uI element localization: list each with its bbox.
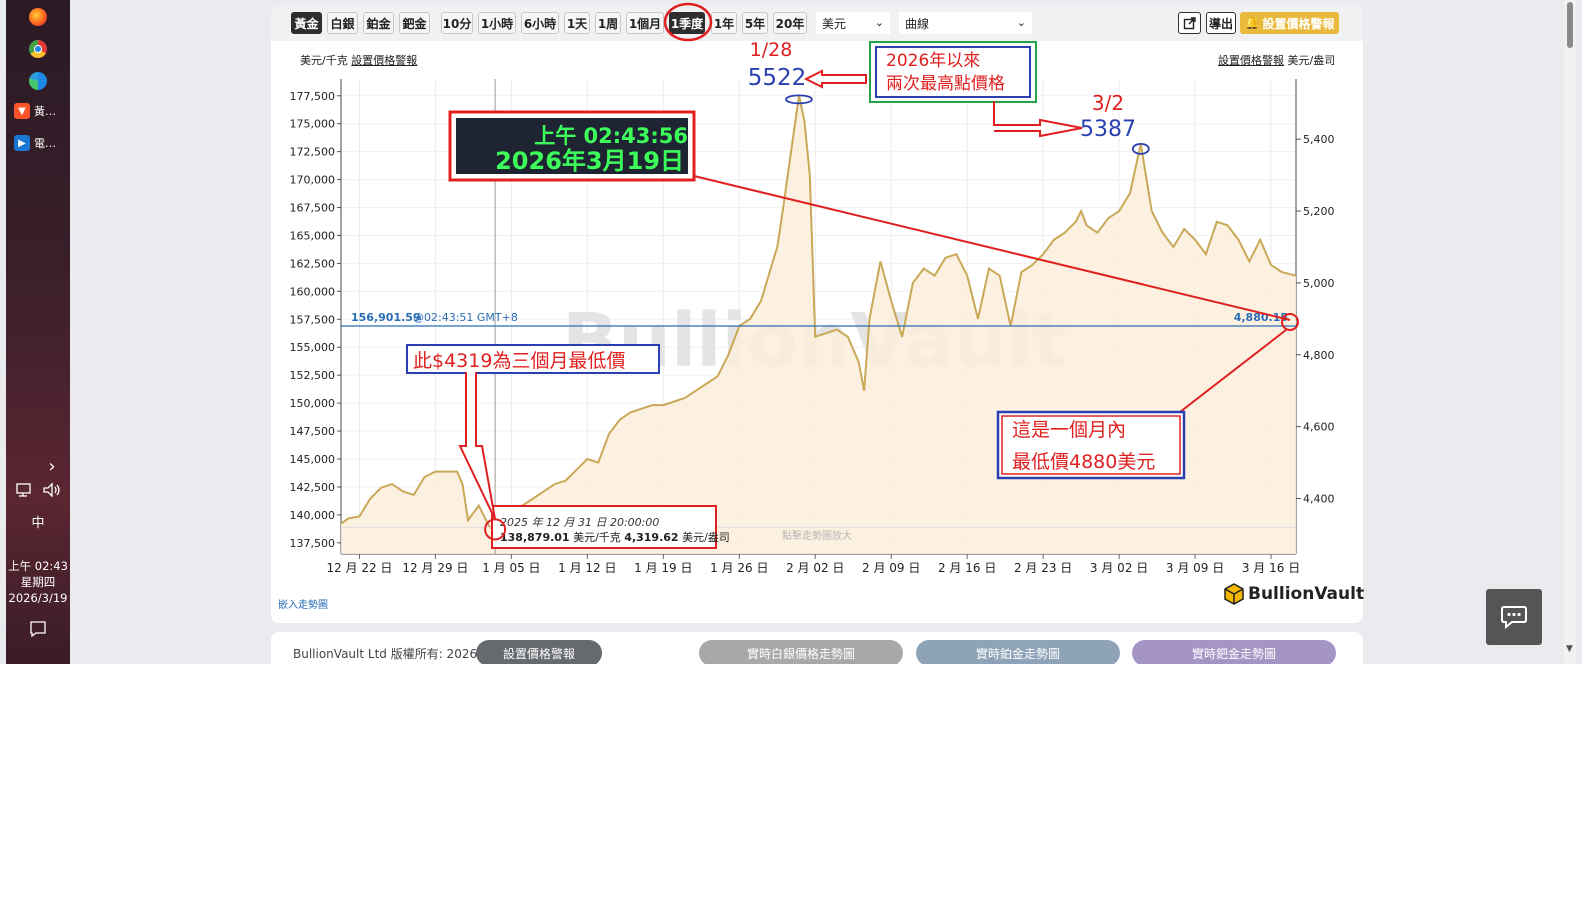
y-left-tick-label: 142,500 — [290, 481, 336, 494]
y-left-tick-label: 175,000 — [290, 118, 336, 131]
chat-bubble-icon — [1501, 606, 1527, 629]
annotation-peaks-title-2: 兩次最高點價格 — [886, 74, 1005, 94]
y-left-tick-label: 137,500 — [290, 537, 336, 550]
y-left-tick-label: 162,500 — [290, 257, 336, 270]
y-left-tick-label: 147,500 — [290, 425, 336, 438]
tooltip-values: 138,879.01 美元/千克 4,319.62 美元/盎司 — [500, 530, 730, 544]
x-tick-label: 1 月 12 日 — [558, 561, 616, 575]
price-tooltip: 2025 年 12 月 31 日 20:00:00138,879.01 美元/千… — [491, 505, 730, 549]
y-left-tick-label: 165,000 — [290, 229, 336, 242]
x-tick-label: 2 月 02 日 — [786, 561, 844, 575]
x-tick-label: 1 月 19 日 — [634, 561, 692, 575]
x-tick-label: 3 月 16 日 — [1242, 561, 1300, 575]
scroll-down-arrow-icon[interactable]: ▼ — [1566, 644, 1573, 654]
annotation-peak1-date: 1/28 — [750, 39, 793, 61]
x-tick-label: 12 月 29 日 — [402, 561, 468, 575]
annotation-peak1-value: 5522 — [748, 65, 807, 91]
y-left-tick-label: 152,500 — [290, 369, 336, 382]
annotation-peak2-value: 5387 — [1080, 117, 1136, 142]
click-to-zoom-hint: 點擊走勢圖放大 — [782, 529, 852, 542]
y-left-tick-label: 170,000 — [290, 174, 336, 187]
y-left-tick-label: 160,000 — [290, 285, 336, 298]
x-tick-label: 1 月 26 日 — [710, 561, 768, 575]
x-tick-label: 3 月 09 日 — [1166, 561, 1224, 575]
x-tick-label: 2 月 23 日 — [1014, 561, 1072, 575]
y-right-tick-label: 4,400 — [1303, 493, 1335, 506]
annotation-month-low-2: 最低價4880美元 — [1012, 451, 1155, 473]
y-right-tick-label: 4,800 — [1303, 349, 1335, 362]
annotation-low-label: 此$4319為三個月最低價 — [413, 350, 625, 372]
y-left-tick-label: 157,500 — [290, 313, 336, 326]
annotation-datetime-time: 上午 02:43:56 — [534, 124, 688, 148]
page-scrollbar[interactable]: ▼ — [1564, 0, 1576, 664]
x-tick-label: 3 月 02 日 — [1090, 561, 1148, 575]
current-price-kg: 156,901.59 — [351, 311, 421, 324]
x-tick-label: 1 月 05 日 — [482, 561, 540, 575]
y-left-tick-label: 145,000 — [290, 453, 336, 466]
current-price-time: @02:43:51 GMT+8 — [413, 311, 518, 324]
annotation-peaks-title-1: 2026年以來 — [886, 51, 980, 71]
chat-button[interactable] — [1486, 589, 1542, 645]
y-left-tick-label: 177,500 — [290, 90, 336, 103]
y-right-tick-label: 5,400 — [1303, 133, 1335, 146]
annotation-month-low-1: 這是一個月內 — [1012, 419, 1126, 441]
y-right-tick-label: 4,600 — [1303, 421, 1335, 434]
annotation-datetime-date: 2026年3月19日 — [495, 147, 684, 175]
tooltip-date: 2025 年 12 月 31 日 20:00:00 — [500, 516, 659, 529]
y-left-tick-label: 150,000 — [290, 397, 336, 410]
y-right-tick-label: 5,000 — [1303, 277, 1335, 290]
scrollbar-thumb[interactable] — [1567, 2, 1573, 48]
y-left-tick-label: 172,500 — [290, 146, 336, 159]
x-tick-label: 2 月 16 日 — [938, 561, 996, 575]
y-left-tick-label: 140,000 — [290, 509, 336, 522]
screen: ▼ 黃… ▶ 電… › 中 上午 02:43 星期四 2026/3/19 黃金 … — [0, 0, 1582, 664]
annotation-peak2-date: 3/2 — [1092, 91, 1124, 115]
x-tick-label: 2 月 09 日 — [862, 561, 920, 575]
y-right-tick-label: 5,200 — [1303, 205, 1335, 218]
gold-price-chart[interactable]: 12 月 22 日 12 月 29 日 1 月 05 日 1 月 12 日 1 月 19… — [0, 0, 1582, 664]
annotation-range-circle — [663, 2, 713, 42]
x-tick-label: 12 月 22 日 — [326, 561, 392, 575]
y-left-tick-label: 155,000 — [290, 341, 336, 354]
y-left-tick-label: 167,500 — [290, 202, 336, 215]
